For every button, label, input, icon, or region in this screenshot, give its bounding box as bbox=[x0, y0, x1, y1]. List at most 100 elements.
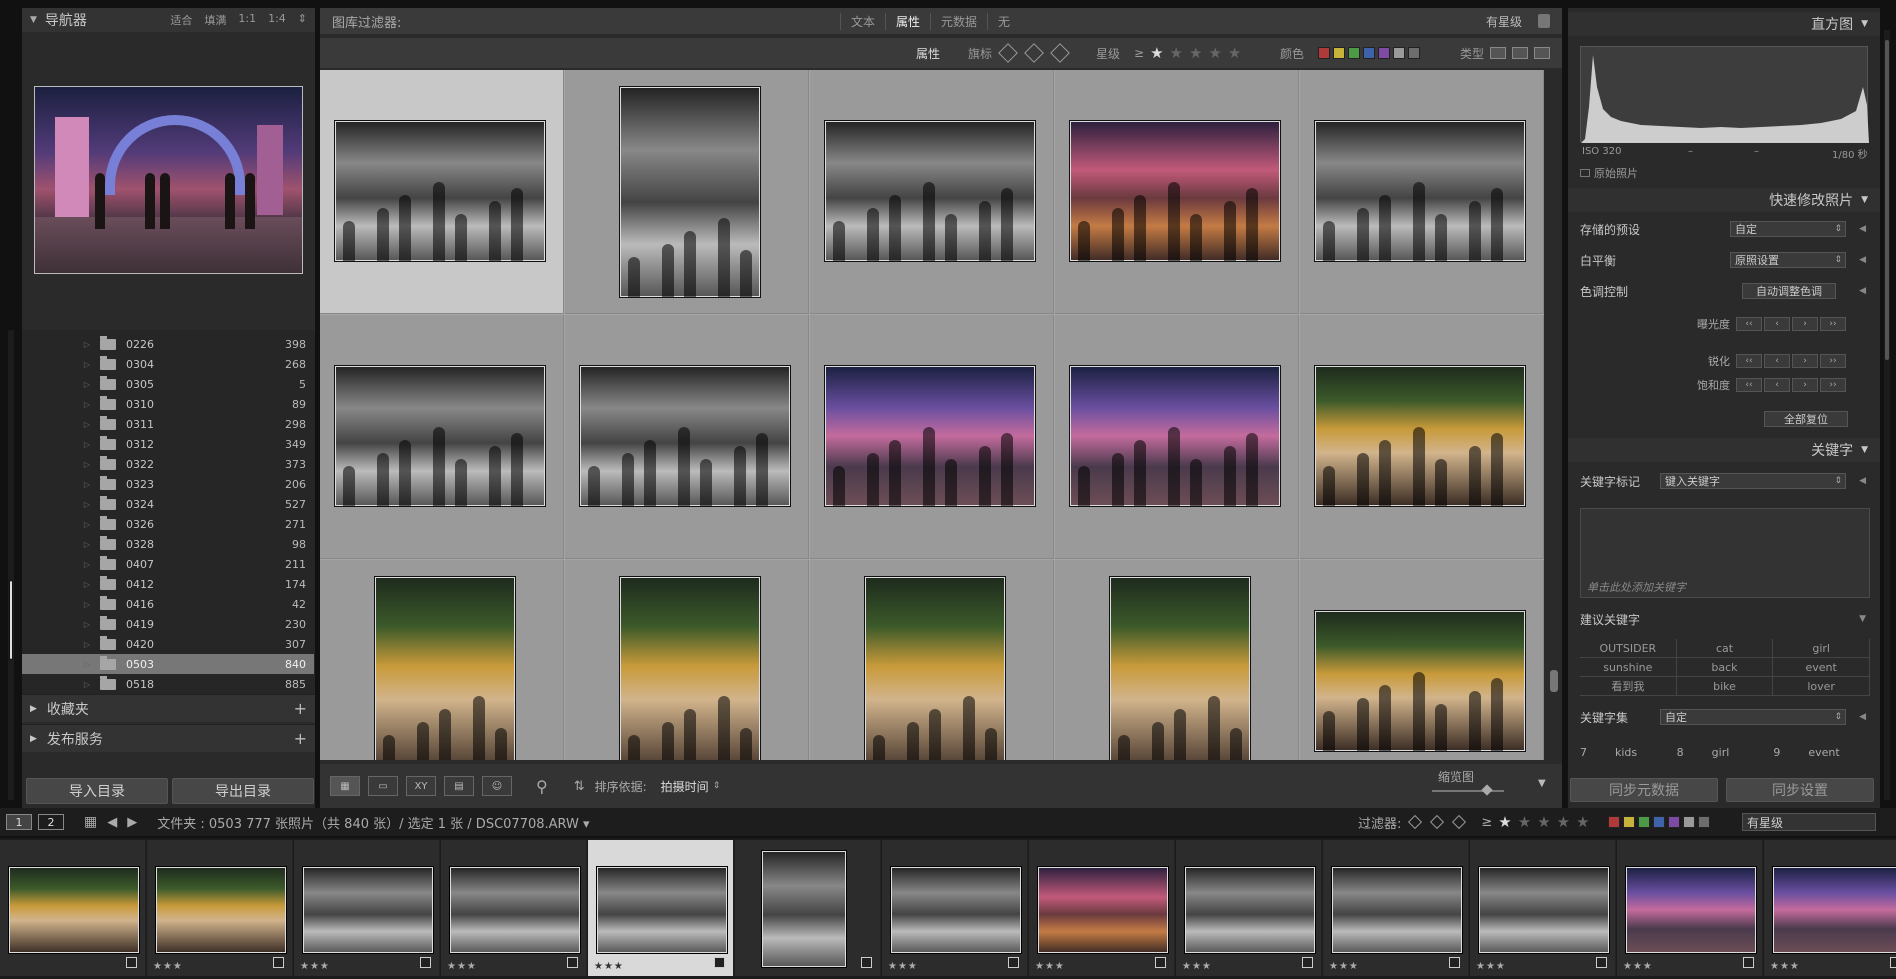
filmstrip-thumbnail[interactable] bbox=[1331, 866, 1463, 954]
step-up[interactable]: › bbox=[1792, 378, 1818, 392]
folder-expand-icon[interactable]: ▷ bbox=[22, 380, 100, 389]
color-label-box[interactable] bbox=[1378, 47, 1391, 59]
filmstrip-thumbnail[interactable] bbox=[761, 850, 847, 968]
photo-thumbnail[interactable] bbox=[334, 120, 546, 262]
left-panel-scrollbar[interactable] bbox=[8, 330, 14, 800]
folder-expand-icon[interactable]: ▷ bbox=[22, 580, 100, 589]
quick-develop-header[interactable]: 快速修改照片 ▼ bbox=[1568, 188, 1880, 212]
filmstrip-cell[interactable]: ★★★ bbox=[441, 840, 587, 976]
collapse-triangle-icon[interactable]: ▼ bbox=[1861, 445, 1868, 455]
color-label-box[interactable] bbox=[1363, 47, 1376, 59]
folder-row[interactable]: ▷ 0412 174 bbox=[22, 574, 314, 594]
color-label-box[interactable] bbox=[1697, 816, 1710, 828]
zoom-1-1[interactable]: 1:1 bbox=[238, 12, 256, 28]
sync-settings-button[interactable]: 同步设置 bbox=[1726, 778, 1874, 802]
color-label-box[interactable] bbox=[1622, 816, 1635, 828]
sort-dropdown-icon[interactable]: ⇕ bbox=[713, 781, 721, 791]
grid-cell[interactable] bbox=[1300, 560, 1544, 760]
suggested-keyword[interactable]: OUTSIDER bbox=[1580, 639, 1677, 658]
filmstrip-thumbnail[interactable] bbox=[155, 866, 287, 954]
expand-left-icon[interactable]: ◀ bbox=[1859, 255, 1866, 265]
filmstrip-thumbnail[interactable] bbox=[1478, 866, 1610, 954]
folder-row[interactable]: ▷ 0323 206 bbox=[22, 474, 314, 494]
suggested-keyword[interactable]: back bbox=[1676, 658, 1774, 677]
folder-expand-icon[interactable]: ▷ bbox=[22, 640, 100, 649]
tab-text[interactable]: 文本 bbox=[840, 12, 885, 30]
painter-icon[interactable]: ⚲ bbox=[536, 777, 548, 796]
folder-expand-icon[interactable]: ▷ bbox=[22, 480, 100, 489]
grid-cell[interactable] bbox=[565, 315, 809, 559]
back-arrow-icon[interactable]: ◀ bbox=[107, 815, 117, 830]
suggested-keyword[interactable]: event bbox=[1773, 658, 1870, 677]
step-down-large[interactable]: ‹‹ bbox=[1736, 354, 1762, 368]
photo-thumbnail[interactable] bbox=[1314, 365, 1526, 507]
photo-thumbnail[interactable] bbox=[1069, 365, 1281, 507]
color-label-box[interactable] bbox=[1667, 816, 1680, 828]
filmstrip-cell[interactable] bbox=[735, 840, 881, 976]
color-label-box[interactable] bbox=[1607, 816, 1620, 828]
folder-expand-icon[interactable]: ▷ bbox=[22, 540, 100, 549]
star-icon[interactable]: ★ bbox=[1150, 44, 1163, 62]
thumbnail-size-slider[interactable] bbox=[1432, 790, 1504, 792]
color-label-box[interactable] bbox=[1348, 47, 1361, 59]
star-icon[interactable]: ★ bbox=[1208, 44, 1221, 62]
loupe-view-icon[interactable]: ▭ bbox=[368, 776, 398, 796]
window-2-button[interactable]: 2 bbox=[38, 814, 64, 830]
star-icon[interactable]: ★ bbox=[1189, 44, 1202, 62]
folder-row[interactable]: ▷ 0419 230 bbox=[22, 614, 314, 634]
expand-triangle-icon[interactable]: ▶ bbox=[30, 734, 37, 744]
grid-cell[interactable] bbox=[1055, 315, 1299, 559]
keyword-set-item[interactable]: 7 kids bbox=[1580, 746, 1677, 759]
star-icon[interactable]: ★ bbox=[1170, 44, 1183, 62]
folder-row[interactable]: ▷ 0322 373 bbox=[22, 454, 314, 474]
photo-thumbnail[interactable] bbox=[334, 365, 546, 507]
photo-thumbnail[interactable] bbox=[1314, 610, 1526, 752]
folder-expand-icon[interactable]: ▷ bbox=[22, 340, 100, 349]
survey-view-icon[interactable]: ▤ bbox=[444, 776, 474, 796]
collections-header[interactable]: ▶ 收藏夹 + bbox=[22, 694, 315, 722]
compare-view-icon[interactable]: XY bbox=[406, 776, 436, 796]
rating-ge[interactable]: ≥ bbox=[1481, 815, 1492, 830]
zoom-fit[interactable]: 适合 bbox=[170, 12, 192, 28]
filmstrip-cell[interactable]: ★★★ bbox=[147, 840, 293, 976]
folder-expand-icon[interactable]: ▷ bbox=[22, 420, 100, 429]
sort-select[interactable]: 拍摄时间 bbox=[661, 778, 709, 795]
folder-row[interactable]: ▷ 0310 89 bbox=[22, 394, 314, 414]
grid-cell[interactable] bbox=[1300, 315, 1544, 559]
add-collection-icon[interactable]: + bbox=[294, 699, 307, 718]
keyword-set-item[interactable]: 8 girl bbox=[1677, 746, 1774, 759]
grid-cell[interactable] bbox=[1055, 70, 1299, 314]
color-label-box[interactable] bbox=[1682, 816, 1695, 828]
tab-none[interactable]: 无 bbox=[987, 12, 1020, 30]
color-label-box[interactable] bbox=[1637, 816, 1650, 828]
add-publish-icon[interactable]: + bbox=[294, 729, 307, 748]
star-icon[interactable]: ★ bbox=[1576, 813, 1589, 831]
keyword-set-item[interactable]: 9 event bbox=[1773, 746, 1870, 759]
star-icon[interactable]: ★ bbox=[1228, 44, 1241, 62]
step-down[interactable]: ‹ bbox=[1764, 378, 1790, 392]
star-icon[interactable]: ★ bbox=[1557, 813, 1570, 831]
navigator-preview-image[interactable] bbox=[34, 86, 303, 274]
grid-icon[interactable]: ▦ bbox=[84, 814, 97, 830]
photo-thumbnail[interactable] bbox=[824, 365, 1036, 507]
filmstrip-cell[interactable]: ★★★ bbox=[1029, 840, 1175, 976]
expand-left-icon[interactable]: ◀ bbox=[1859, 224, 1866, 234]
grid-cell[interactable] bbox=[565, 70, 809, 314]
photo-thumbnail[interactable] bbox=[1069, 120, 1281, 262]
grid-cell[interactable] bbox=[810, 315, 1054, 559]
grid-cell[interactable] bbox=[320, 315, 564, 559]
photo-thumbnail[interactable] bbox=[1109, 576, 1251, 760]
scrollbar-thumb[interactable] bbox=[9, 580, 13, 660]
step-down[interactable]: ‹ bbox=[1764, 354, 1790, 368]
auto-tone-button[interactable]: 自动调整色调 bbox=[1742, 283, 1836, 299]
filmstrip-thumbnail[interactable] bbox=[8, 866, 140, 954]
suggested-keyword[interactable]: lover bbox=[1773, 677, 1870, 696]
step-down[interactable]: ‹ bbox=[1764, 317, 1790, 331]
grid-cell[interactable] bbox=[810, 560, 1054, 760]
folder-row[interactable]: ▷ 0407 211 bbox=[22, 554, 314, 574]
grid-cell[interactable] bbox=[1300, 70, 1544, 314]
slider-handle[interactable] bbox=[1481, 784, 1493, 796]
color-label-box[interactable] bbox=[1393, 47, 1406, 59]
window-1-button[interactable]: 1 bbox=[6, 814, 32, 830]
sort-direction-icon[interactable]: ⇅ bbox=[574, 779, 585, 794]
